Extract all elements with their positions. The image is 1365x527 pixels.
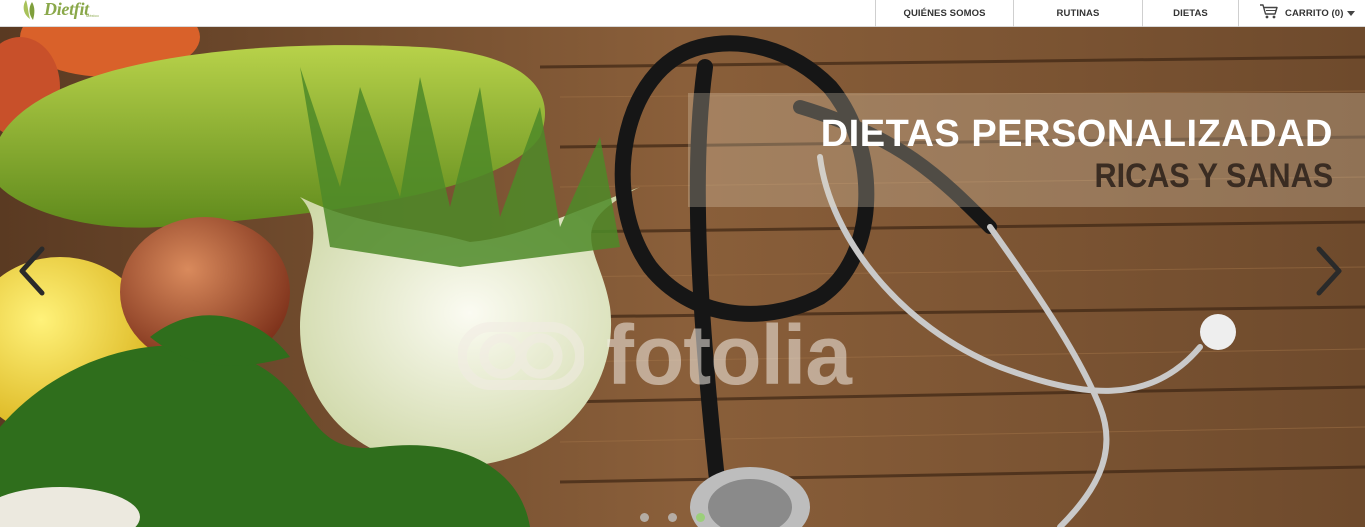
slider-pagination — [640, 513, 705, 522]
caret-down-icon — [1347, 11, 1356, 16]
leaf-logo-icon — [23, 0, 35, 20]
slider-dot-1[interactable] — [640, 513, 649, 522]
slide-title: DIETAS PERSONALIZADAD — [820, 113, 1333, 155]
slider-dot-2[interactable] — [668, 513, 677, 522]
brand-name: Dietfit — [44, 0, 89, 19]
chevron-left-icon[interactable] — [16, 245, 46, 297]
brand-logo[interactable]: Dietfit México — [20, 0, 99, 24]
site-header: Dietfit México QUIÉNES SOMOS RUTINAS DIE… — [0, 0, 1365, 27]
nav-item-quienes-somos[interactable]: QUIÉNES SOMOS — [875, 0, 1013, 27]
main-nav: QUIÉNES SOMOS RUTINAS DIETAS CARRITO (0) — [875, 0, 1365, 27]
slide-subtitle: RICAS Y SANAS — [1094, 157, 1333, 195]
watermark-text: fotolia — [606, 308, 852, 402]
cart-label: CARRITO (0) — [1285, 8, 1344, 19]
cart-button[interactable]: CARRITO (0) — [1238, 0, 1365, 27]
watermark: fotolia — [458, 307, 852, 404]
brand-tagline: México — [86, 13, 99, 18]
shopping-cart-icon — [1260, 3, 1278, 18]
nav-item-dietas[interactable]: DIETAS — [1142, 0, 1238, 27]
watermark-logo-icon — [458, 321, 584, 390]
nav-item-rutinas[interactable]: RUTINAS — [1013, 0, 1142, 27]
chevron-right-icon[interactable] — [1315, 245, 1345, 297]
hero-slider: DIETAS PERSONALIZADAD RICAS Y SANAS foto… — [0, 27, 1365, 527]
slider-dot-3[interactable] — [696, 513, 705, 522]
